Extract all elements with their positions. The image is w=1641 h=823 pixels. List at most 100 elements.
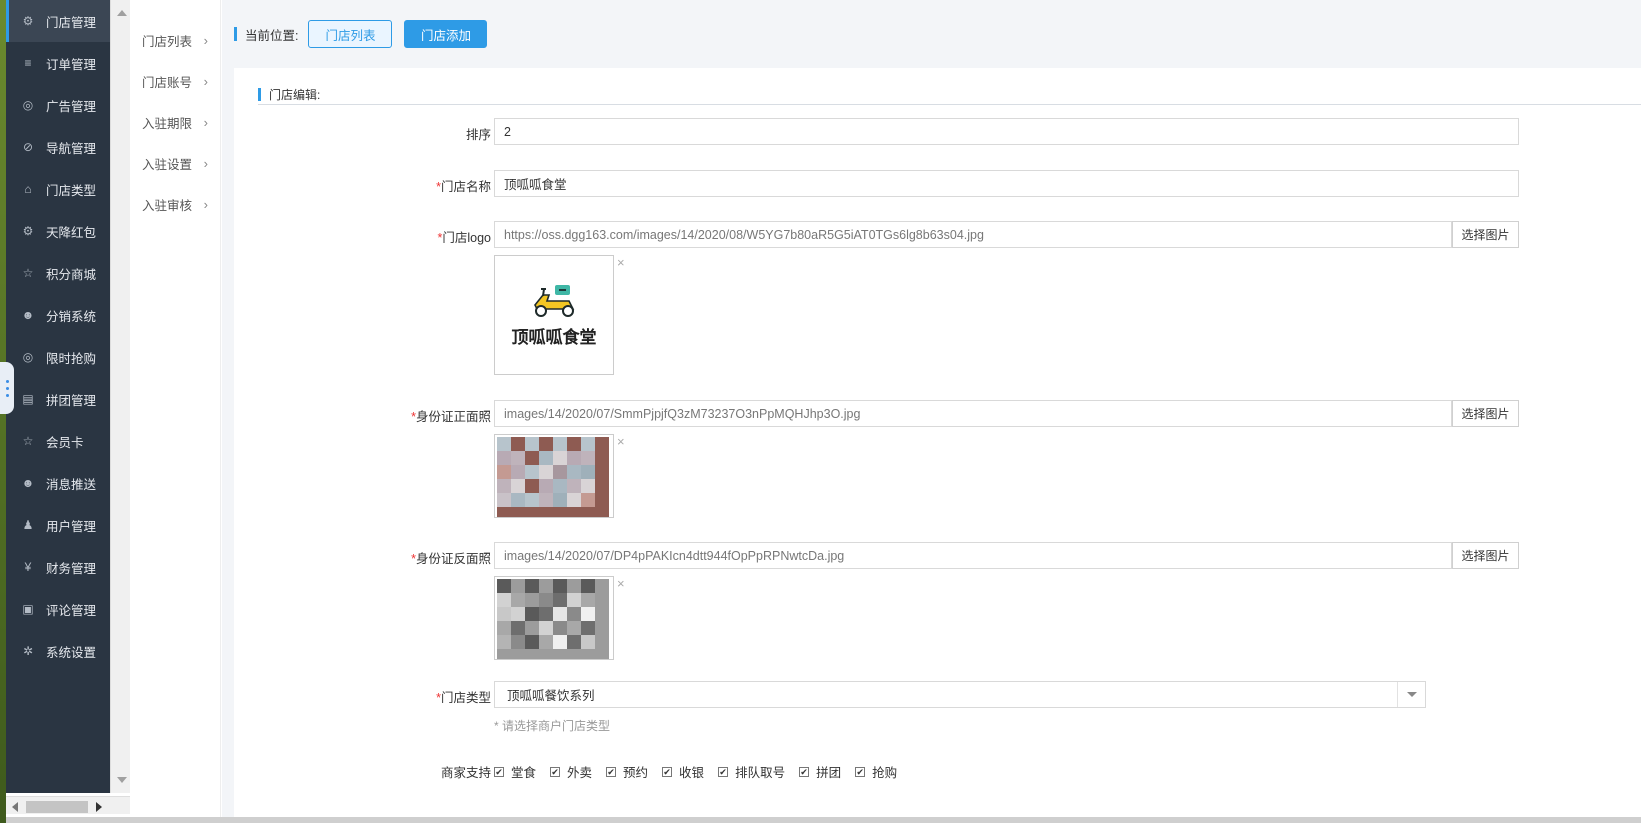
sidebar-item-label: 天降红包 bbox=[46, 225, 97, 240]
merchant-support-option-1[interactable]: ✔ 外卖 bbox=[550, 762, 592, 781]
sidebar-item-15[interactable]: ✲ 系统设置 bbox=[6, 630, 110, 672]
sidebar-item-label: 广告管理 bbox=[46, 99, 97, 114]
scroll-up-arrow-icon[interactable] bbox=[117, 10, 127, 16]
sidebar-item-label: 门店类型 bbox=[46, 183, 97, 198]
section-title: 门店编辑: bbox=[258, 86, 320, 103]
scroll-down-arrow-icon[interactable] bbox=[117, 777, 127, 783]
sidebar-item-9[interactable]: ▤ 拼团管理 bbox=[6, 378, 110, 420]
merchant-support-option-4[interactable]: ✔ 排队取号 bbox=[718, 762, 785, 781]
submenu-item-label: 入驻审核 bbox=[142, 199, 193, 213]
submenu-item-label: 入驻设置 bbox=[142, 158, 193, 172]
id-front-blurred-image bbox=[497, 437, 609, 517]
sub-menu: 门店列表 › 门店账号 › 入驻期限 › 入驻设置 › 入驻审核 › bbox=[130, 0, 221, 817]
id-front-url-input[interactable]: images/14/2020/07/SmmPjpjfQ3zM73237O3nPp… bbox=[494, 400, 1452, 427]
checkbox-label: 外卖 bbox=[567, 766, 593, 780]
store-type-hint: * 请选择商户门店类型 bbox=[494, 719, 611, 733]
sidebar-item-5[interactable]: ⚙ 天降红包 bbox=[6, 210, 110, 252]
sidebar-item-0[interactable]: ⚙ 门店管理 bbox=[6, 0, 110, 42]
remove-id-front-icon[interactable]: × bbox=[617, 434, 625, 449]
sidebar-item-label: 门店管理 bbox=[46, 15, 97, 30]
sidebar-item-12[interactable]: ♟ 用户管理 bbox=[6, 504, 110, 546]
sidebar-item-8[interactable]: ◎ 限时抢购 bbox=[6, 336, 110, 378]
merchant-support-label-text: 商家支持 bbox=[440, 766, 491, 780]
sort-label-text: 排序 bbox=[465, 128, 491, 142]
submenu-item-3[interactable]: 入驻设置 › bbox=[130, 143, 220, 184]
sidebar-item-6[interactable]: ☆ 积分商城 bbox=[6, 252, 110, 294]
chevron-right-icon: › bbox=[203, 197, 208, 212]
merchant-support-options: ✔ 堂食 ✔ 外卖 ✔ 预约 ✔ 收银 ✔ 排队取号 ✔ 拼团 ✔ 抢购 bbox=[494, 762, 911, 781]
store-name-label: *门店名称 bbox=[351, 176, 491, 195]
accent-marker bbox=[258, 88, 261, 101]
id-back-preview bbox=[494, 576, 614, 660]
chevron-right-icon: › bbox=[203, 156, 208, 171]
logo-preview-text: 顶呱呱食堂 bbox=[511, 327, 597, 348]
merchant-support-label: 商家支持 bbox=[351, 762, 491, 781]
sidebar-item-label: 系统设置 bbox=[46, 645, 97, 660]
sidebar-collapse-handle[interactable] bbox=[0, 362, 14, 414]
scroll-left-arrow-icon[interactable] bbox=[12, 802, 18, 812]
checkbox[interactable]: ✔ bbox=[799, 766, 810, 777]
id-back-label: *身份证反面照 bbox=[351, 548, 491, 567]
store-add-button[interactable]: 门店添加 bbox=[404, 20, 488, 48]
sidebar-item-4[interactable]: ⌂ 门店类型 bbox=[6, 168, 110, 210]
remove-id-back-icon[interactable]: × bbox=[617, 576, 625, 591]
sidebar-scrollbar[interactable] bbox=[110, 0, 130, 793]
store-type-label-text: 门店类型 bbox=[440, 691, 491, 705]
merchant-support-option-6[interactable]: ✔ 抢购 bbox=[855, 762, 897, 781]
checkbox[interactable]: ✔ bbox=[494, 766, 504, 777]
sidebar-item-14[interactable]: ▣ 评论管理 bbox=[6, 588, 110, 630]
horizontal-scrollbar[interactable] bbox=[6, 796, 130, 814]
sidebar-item-1[interactable]: ≡ 订单管理 bbox=[6, 42, 110, 84]
sort-input[interactable]: 2 bbox=[494, 118, 1519, 145]
store-logo-select-image-button[interactable]: 选择图片 bbox=[1452, 221, 1519, 248]
sidebar-item-label: 导航管理 bbox=[46, 141, 97, 156]
id-back-label-text: 身份证反面照 bbox=[415, 552, 491, 566]
sidebar-item-11[interactable]: ☻ 消息推送 bbox=[6, 462, 110, 504]
checkbox[interactable]: ✔ bbox=[550, 766, 561, 777]
id-back-blurred-image bbox=[497, 579, 609, 659]
sidebar-item-10[interactable]: ☆ 会员卡 bbox=[6, 420, 110, 462]
sidebar-item-label: 会员卡 bbox=[46, 435, 84, 450]
store-name-label-text: 门店名称 bbox=[440, 180, 491, 194]
checkbox[interactable]: ✔ bbox=[718, 766, 729, 777]
store-type-select[interactable]: 顶呱呱餐饮系列 bbox=[494, 681, 1426, 708]
accent-marker bbox=[234, 27, 237, 41]
checkbox[interactable]: ✔ bbox=[855, 766, 866, 777]
store-list-button[interactable]: 门店列表 bbox=[308, 20, 393, 48]
remove-logo-icon[interactable]: × bbox=[617, 255, 625, 270]
submenu-item-0[interactable]: 门店列表 › bbox=[130, 20, 220, 61]
checkbox[interactable]: ✔ bbox=[662, 766, 673, 777]
merchant-support-option-5[interactable]: ✔ 拼团 bbox=[799, 762, 841, 781]
bottom-border bbox=[6, 817, 1641, 823]
id-back-select-image-button[interactable]: 选择图片 bbox=[1452, 542, 1519, 569]
submenu-item-2[interactable]: 入驻期限 › bbox=[130, 102, 220, 143]
submenu-item-1[interactable]: 门店账号 › bbox=[130, 61, 220, 102]
sidebar-item-13[interactable]: ¥ 财务管理 bbox=[6, 546, 110, 588]
submenu-item-label: 门店列表 bbox=[142, 35, 193, 49]
store-name-input[interactable]: 顶呱呱食堂 bbox=[494, 170, 1519, 197]
sidebar-item-2[interactable]: ◎ 广告管理 bbox=[6, 84, 110, 126]
chevron-down-icon[interactable] bbox=[1397, 682, 1425, 707]
store-logo-label-text: 门店logo bbox=[442, 231, 491, 245]
scrollbar-thumb[interactable] bbox=[26, 801, 88, 813]
submenu-item-4[interactable]: 入驻审核 › bbox=[130, 184, 220, 225]
chevron-right-icon: › bbox=[203, 74, 208, 89]
merchant-support-option-3[interactable]: ✔ 收银 bbox=[662, 762, 704, 781]
sidebar-item-label: 评论管理 bbox=[46, 603, 97, 618]
sidebar-item-3[interactable]: ⊘ 导航管理 bbox=[6, 126, 110, 168]
id-back-url-input[interactable]: images/14/2020/07/DP4pPAKIcn4dtt944fOpPp… bbox=[494, 542, 1452, 569]
scroll-right-arrow-icon[interactable] bbox=[96, 802, 102, 812]
breadcrumb-bar: 当前位置: 门店列表 门店添加 bbox=[222, 0, 1641, 68]
sidebar-item-label: 消息推送 bbox=[46, 477, 97, 492]
id-front-select-image-button[interactable]: 选择图片 bbox=[1452, 400, 1519, 427]
store-logo-url-input[interactable]: https://oss.dgg163.com/images/14/2020/08… bbox=[494, 221, 1452, 248]
lifebuoy-icon: ◎ bbox=[22, 350, 34, 364]
chevron-right-icon: › bbox=[203, 115, 208, 130]
checkbox-label: 预约 bbox=[623, 766, 649, 780]
checkbox[interactable]: ✔ bbox=[606, 766, 617, 777]
sidebar-item-7[interactable]: ☻ 分销系统 bbox=[6, 294, 110, 336]
merchant-support-option-0[interactable]: ✔ 堂食 bbox=[494, 762, 536, 781]
sidebar-item-label: 订单管理 bbox=[46, 57, 97, 72]
id-front-label-text: 身份证正面照 bbox=[415, 410, 491, 424]
merchant-support-option-2[interactable]: ✔ 预约 bbox=[606, 762, 648, 781]
